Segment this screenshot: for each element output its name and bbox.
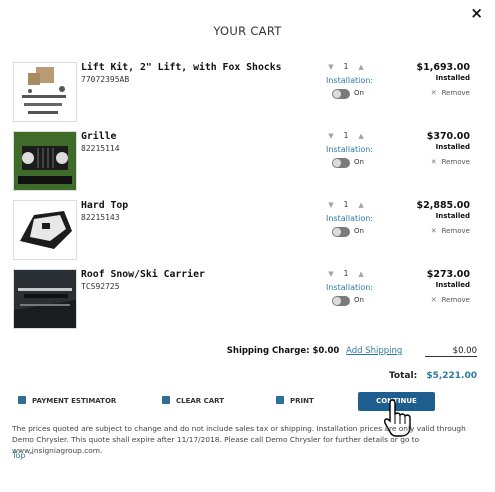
item-part-number: 77072395AB [81, 75, 130, 84]
payment-estimator-button[interactable]: PAYMENT ESTIMATOR [18, 396, 116, 405]
cart-item-grille: Grille 82215114 ▼ 1 ▲ Installation: On $37… [12, 126, 476, 194]
increase-icon[interactable]: ▲ [358, 63, 363, 71]
item-name: Hard Top [81, 200, 129, 211]
trash-icon [162, 396, 170, 404]
item-name: Lift Kit, 2" Lift, with Fox Shocks [81, 62, 282, 73]
toggle-label: On [354, 158, 364, 166]
installed-label: Installed [435, 212, 470, 220]
toggle-label: On [354, 296, 364, 304]
shipping-label: Shipping Charge: $0.00 [226, 346, 340, 356]
quantity-stepper: ▼ 1 ▲ [321, 62, 371, 71]
remove-icon: ✕ [430, 227, 437, 235]
cart-item-hard-top: Hard Top 82215143 ▼ 1 ▲ Installation: On $… [12, 195, 476, 263]
installation-toggle[interactable] [332, 158, 350, 168]
remove-icon: ✕ [430, 296, 437, 304]
installed-label: Installed [435, 281, 470, 289]
remove-button[interactable]: ✕ Remove [431, 296, 470, 304]
item-price: $1,693.00 [416, 62, 471, 73]
installation-toggle[interactable] [332, 89, 350, 99]
remove-label: Remove [441, 296, 470, 304]
remove-label: Remove [441, 89, 470, 97]
remove-button[interactable]: ✕ Remove [431, 227, 470, 235]
calculator-icon [18, 396, 26, 404]
remove-button[interactable]: ✕ Remove [431, 158, 470, 166]
add-shipping-link[interactable]: Add Shipping [346, 346, 402, 356]
cart-title: YOUR CART [213, 24, 282, 38]
installation-label: Installation: [326, 76, 374, 85]
print-button[interactable]: PRINT [276, 396, 314, 405]
cart-item-lift-kit: Lift Kit, 2" Lift, with Fox Shocks 77072… [12, 57, 476, 125]
quantity-value: 1 [343, 131, 349, 140]
ski-carrier-icon [13, 269, 77, 329]
installation-label: Installation: [326, 145, 374, 154]
quantity-stepper: ▼ 1 ▲ [321, 131, 371, 140]
installed-label: Installed [435, 143, 470, 151]
decrease-icon[interactable]: ▼ [328, 270, 333, 278]
toggle-label: On [354, 89, 364, 97]
installed-label: Installed [435, 74, 470, 82]
clear-cart-button[interactable]: CLEAR CART [162, 396, 224, 405]
quantity-stepper: ▼ 1 ▲ [321, 200, 371, 209]
payment-estimator-label: PAYMENT ESTIMATOR [32, 397, 117, 405]
item-part-number: TCS92725 [81, 282, 120, 291]
grille-icon [13, 131, 77, 191]
quantity-value: 1 [343, 269, 349, 278]
item-price: $273.00 [426, 269, 470, 280]
decrease-icon[interactable]: ▼ [328, 201, 333, 209]
print-label: PRINT [290, 397, 314, 405]
quantity-stepper: ▼ 1 ▲ [321, 269, 371, 278]
total-label: Total: [388, 371, 418, 381]
remove-label: Remove [441, 227, 470, 235]
cart-item-ski-carrier: Roof Snow/Ski Carrier TCS92725 ▼ 1 ▲ Insta… [12, 264, 476, 332]
total-row: Total: $5,221.00 [0, 371, 477, 381]
item-price: $370.00 [426, 131, 470, 142]
clear-cart-label: CLEAR CART [176, 397, 225, 405]
installation-label: Installation: [326, 214, 374, 223]
lift-kit-icon [13, 62, 77, 122]
installation-label: Installation: [326, 283, 374, 292]
item-part-number: 82215143 [81, 213, 120, 222]
hard-top-icon [13, 200, 77, 260]
increase-icon[interactable]: ▲ [358, 132, 363, 140]
shipping-value: $0.00 [425, 346, 477, 357]
item-part-number: 82215114 [81, 144, 120, 153]
top-link[interactable]: Top ^ [12, 451, 35, 460]
printer-icon [276, 396, 284, 404]
remove-icon: ✕ [430, 89, 437, 97]
close-icon[interactable]: × [470, 4, 483, 22]
toggle-label: On [354, 227, 364, 235]
item-price: $2,885.00 [416, 200, 471, 211]
disclaimer-text: The prices quoted are subject to change … [12, 424, 466, 455]
quantity-value: 1 [343, 62, 349, 71]
decrease-icon[interactable]: ▼ [328, 132, 333, 140]
item-name: Grille [81, 131, 117, 142]
shipping-row: Shipping Charge: $0.00 Add Shipping $0.0… [0, 346, 477, 357]
remove-button[interactable]: ✕ Remove [431, 89, 470, 97]
quantity-value: 1 [343, 200, 349, 209]
installation-toggle[interactable] [332, 296, 350, 306]
item-name: Roof Snow/Ski Carrier [81, 269, 205, 280]
total-amount: $5,221.00 [426, 371, 477, 381]
remove-label: Remove [441, 158, 470, 166]
increase-icon[interactable]: ▲ [358, 270, 363, 278]
remove-icon: ✕ [430, 158, 437, 166]
decrease-icon[interactable]: ▼ [328, 63, 333, 71]
increase-icon[interactable]: ▲ [358, 201, 363, 209]
installation-toggle[interactable] [332, 227, 350, 237]
